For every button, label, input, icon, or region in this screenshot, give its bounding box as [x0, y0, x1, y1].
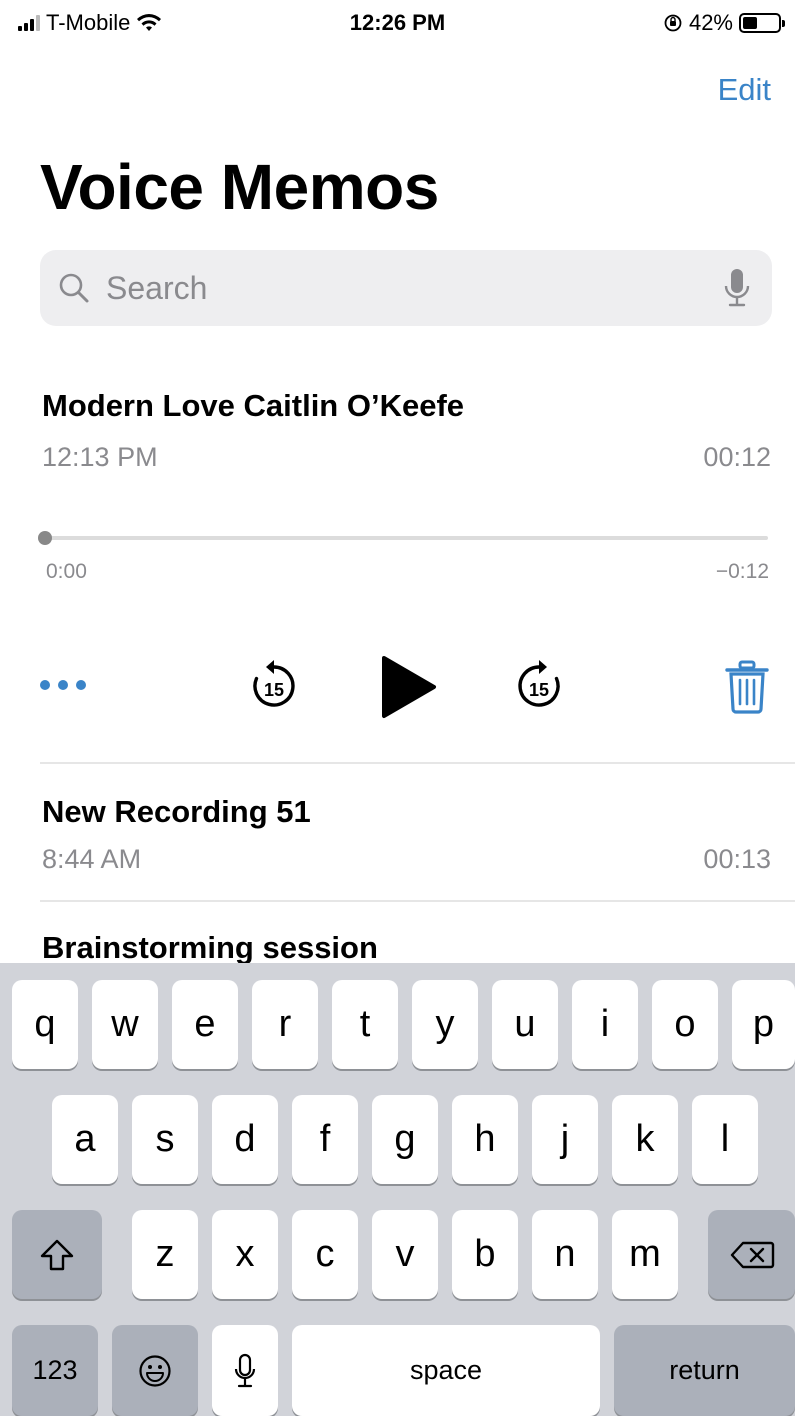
play-button[interactable]: [378, 654, 438, 720]
numbers-key[interactable]: 123: [12, 1325, 98, 1416]
key-k[interactable]: k: [612, 1095, 678, 1184]
return-key[interactable]: return: [614, 1325, 795, 1416]
trash-icon[interactable]: [724, 660, 770, 714]
key-m[interactable]: m: [612, 1210, 678, 1299]
key-r[interactable]: r: [252, 980, 318, 1069]
more-options-button[interactable]: [40, 680, 94, 692]
recording-duration: 00:12: [703, 442, 771, 472]
key-p[interactable]: p: [732, 980, 795, 1069]
numbers-key-label: 123: [32, 1355, 78, 1385]
recording-title: Brainstorming session: [42, 930, 378, 965]
list-divider: [40, 762, 795, 764]
key-h[interactable]: h: [452, 1095, 518, 1184]
recording-duration: 00:13: [703, 844, 771, 874]
key-o[interactable]: o: [652, 980, 718, 1069]
key-s[interactable]: s: [132, 1095, 198, 1184]
emoji-icon: [139, 1354, 171, 1387]
key-l[interactable]: l: [692, 1095, 758, 1184]
search-input[interactable]: Search: [106, 270, 207, 307]
delete-key[interactable]: [708, 1210, 795, 1299]
return-key-label: return: [669, 1355, 740, 1385]
recording-time: 12:13 PM: [42, 442, 158, 472]
key-y[interactable]: y: [412, 980, 478, 1069]
list-divider: [40, 900, 795, 902]
key-f[interactable]: f: [292, 1095, 358, 1184]
microphone-icon: [234, 1353, 256, 1387]
key-b[interactable]: b: [452, 1210, 518, 1299]
battery-fill: [743, 17, 758, 29]
edit-button[interactable]: Edit: [718, 72, 771, 108]
key-d[interactable]: d: [212, 1095, 278, 1184]
shift-icon: [40, 1239, 74, 1270]
recording-title: Modern Love Caitlin O’Keefe: [42, 388, 465, 423]
space-key-label: space: [409, 1355, 483, 1385]
key-e[interactable]: e: [172, 980, 238, 1069]
microphone-icon[interactable]: [720, 266, 754, 310]
key-a[interactable]: a: [52, 1095, 118, 1184]
dictation-key[interactable]: [212, 1325, 278, 1416]
recording-title: New Recording 51: [42, 794, 311, 829]
more-icon-dot: [58, 680, 68, 690]
remaining-time: −0:12: [715, 560, 769, 583]
key-c[interactable]: c: [292, 1210, 358, 1299]
emoji-key[interactable]: [112, 1325, 198, 1416]
playback-scrubber[interactable]: [38, 531, 768, 545]
key-g[interactable]: g: [372, 1095, 438, 1184]
page-title: Voice Memos: [40, 151, 439, 223]
search-icon: [59, 273, 89, 303]
skip-forward-label: 15: [529, 680, 549, 700]
key-t[interactable]: t: [332, 980, 398, 1069]
skip-back-15-button[interactable]: 15: [246, 658, 302, 714]
backspace-icon: [730, 1241, 774, 1268]
key-n[interactable]: n: [532, 1210, 598, 1299]
key-x[interactable]: x: [212, 1210, 278, 1299]
space-key[interactable]: space: [292, 1325, 600, 1416]
key-v[interactable]: v: [372, 1210, 438, 1299]
keyboard: q w e r t y u i o p a s d f g h j k l z …: [0, 963, 795, 1416]
elapsed-time: 0:00: [46, 560, 87, 583]
key-i[interactable]: i: [572, 980, 638, 1069]
orientation-lock-icon: [664, 14, 682, 32]
battery-percent: 42%: [688, 10, 733, 35]
key-q[interactable]: q: [12, 980, 78, 1069]
search-field[interactable]: Search: [40, 250, 772, 326]
key-j[interactable]: j: [532, 1095, 598, 1184]
key-u[interactable]: u: [492, 980, 558, 1069]
more-icon-dot: [76, 680, 86, 690]
recording-time: 8:44 AM: [42, 844, 142, 874]
battery-icon: [739, 13, 785, 33]
skip-back-label: 15: [264, 680, 284, 700]
scrubber-handle[interactable]: [38, 531, 52, 545]
status-right: 42%: [663, 10, 785, 36]
more-icon-dot: [40, 680, 50, 690]
status-bar: T-Mobile 12:26 PM 42%: [0, 0, 795, 48]
shift-key[interactable]: [12, 1210, 102, 1299]
key-w[interactable]: w: [92, 980, 158, 1069]
skip-forward-15-button[interactable]: 15: [511, 658, 567, 714]
key-z[interactable]: z: [132, 1210, 198, 1299]
